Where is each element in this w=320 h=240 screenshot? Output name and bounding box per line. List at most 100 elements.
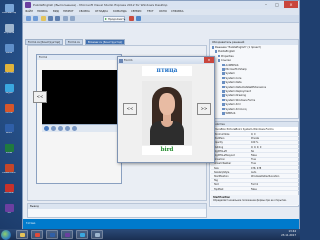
taskbar-app-explorer[interactable] <box>16 230 28 239</box>
property-value[interactable]: 0; 0; 0; 0 <box>251 146 261 150</box>
maximize-button[interactable]: □ <box>272 1 282 8</box>
minimize-button[interactable]: – <box>261 1 271 8</box>
desktop-icon[interactable]: Acrobat <box>2 184 16 195</box>
property-row[interactable]: SizeGripStyle Auto <box>211 171 299 175</box>
play-pause-icon[interactable] <box>44 126 49 131</box>
property-row[interactable]: Padding 0; 0; 0; 0 <box>211 146 299 150</box>
solution-tree-item[interactable]: PuzzleEnglish <box>214 50 235 54</box>
volume-icon[interactable] <box>72 126 77 131</box>
menu-item[interactable]: ВИД <box>53 10 59 13</box>
property-value[interactable]: Auto <box>251 171 256 175</box>
property-row[interactable]: RightToLeftLayout False <box>211 154 299 158</box>
solution-tree-item[interactable]: System.Data.DataSetExtensions <box>222 85 266 89</box>
prev-track-icon[interactable] <box>58 126 63 131</box>
property-value[interactable]: False <box>251 154 257 158</box>
menu-item[interactable]: ФАЙЛ <box>25 10 33 13</box>
solution-tree-item[interactable]: System <box>222 72 235 76</box>
designer-prev-button[interactable]: << <box>33 91 47 103</box>
desktop-icon[interactable]: Chrome <box>2 64 16 75</box>
open-file-icon[interactable] <box>41 16 46 21</box>
taskbar-app-word[interactable] <box>46 230 58 239</box>
designer-form[interactable]: Form1 << <box>33 54 122 184</box>
menu-item[interactable]: СПРАВКА <box>171 10 184 13</box>
solution-tree-item[interactable]: System.Core <box>222 76 241 80</box>
taskbar-app-form1[interactable] <box>91 230 103 239</box>
save-all-icon[interactable] <box>55 16 60 21</box>
menu-item[interactable]: КОМАНДА <box>113 10 127 13</box>
property-row[interactable]: MinimumSize 0; 0 <box>211 133 299 137</box>
property-row[interactable]: Text Form1 <box>211 183 299 187</box>
stop-icon[interactable] <box>129 16 134 21</box>
menu-item[interactable]: СЕРВИС <box>131 10 142 13</box>
menu-item[interactable]: СБОРКА <box>79 10 90 13</box>
property-value[interactable]: 0; 0 <box>251 133 255 137</box>
property-value[interactable]: 100 % <box>251 141 258 145</box>
property-value[interactable]: Form1 <box>251 183 258 187</box>
menu-item[interactable]: ОКНО <box>159 10 167 13</box>
property-row[interactable]: RightToLeft No <box>211 150 299 154</box>
property-value[interactable]: False <box>251 188 257 192</box>
desktop-icon[interactable]: Office <box>2 104 16 115</box>
continue-button[interactable]: Продолжить <box>103 16 125 22</box>
back-icon[interactable] <box>26 16 31 21</box>
solution-tree-item[interactable]: WMPLib <box>222 112 235 115</box>
property-row[interactable]: ShowInTaskbar True <box>211 162 299 166</box>
solution-tree-item[interactable]: System.Deployment <box>222 90 251 93</box>
menu-item[interactable]: ПРОЕКТ <box>63 10 74 13</box>
property-value[interactable]: True <box>251 158 256 162</box>
restart-icon[interactable] <box>136 16 141 21</box>
solution-tree-item[interactable]: Ссылки <box>217 59 231 62</box>
solution-tree-item[interactable]: System.Data <box>222 81 242 84</box>
start-button[interactable] <box>1 229 11 240</box>
next-card-button[interactable]: >> <box>197 103 211 115</box>
property-value[interactable]: No <box>251 150 254 154</box>
desktop-icon[interactable]: Корзина <box>2 24 16 35</box>
property-row[interactable]: TopMost False <box>211 188 299 192</box>
solution-tree-item[interactable]: AxWMPLib <box>222 63 239 67</box>
properties-object-selector[interactable]: PictureBox PictureBox1 System.Windows.Fo… <box>210 127 298 132</box>
redo-icon[interactable] <box>70 16 75 21</box>
menu-item[interactable]: ПРАВКА <box>37 10 48 13</box>
solution-tree-item[interactable]: System.Windows.Forms <box>222 98 255 102</box>
form1-close-button[interactable]: × <box>204 57 214 63</box>
property-row[interactable]: Size 476; 478 <box>211 167 299 171</box>
property-row[interactable]: StartPosition WindowsDefaultLocation <box>211 175 299 179</box>
solution-tree-item[interactable]: System.Xml <box>222 103 240 106</box>
taskbar-app-visual-studio[interactable] <box>61 230 73 239</box>
forward-icon[interactable] <box>33 16 38 21</box>
solution-tree-item[interactable]: Microsoft.CSharp <box>222 68 247 71</box>
undo-icon[interactable] <box>63 16 68 21</box>
property-value[interactable]: Private <box>251 137 259 141</box>
menu-item[interactable]: ТЕСТ <box>147 10 154 13</box>
desktop-icon[interactable]: Компьютер <box>2 4 16 15</box>
next-track-icon[interactable] <box>65 126 70 131</box>
menu-item[interactable]: ОТЛАДКА <box>95 10 108 13</box>
taskbar-app-chrome[interactable] <box>31 230 43 239</box>
desktop-icon[interactable]: PowerPoint <box>2 164 16 175</box>
property-row[interactable]: Modifiers Private <box>211 137 299 141</box>
property-row[interactable]: ShowIcon True <box>211 158 299 162</box>
desktop-icon[interactable]: VS <box>2 204 16 215</box>
stop-media-icon[interactable] <box>51 126 56 131</box>
property-row[interactable]: Opacity 100 % <box>211 141 299 145</box>
desktop-icon[interactable]: Excel <box>2 144 16 155</box>
desktop-icon[interactable]: Skype <box>2 84 16 95</box>
solution-tree-item[interactable]: Properties <box>217 54 234 58</box>
save-icon[interactable] <box>48 16 53 21</box>
system-tray-clock[interactable]: 13:44 23.11.2017 <box>281 230 296 238</box>
property-value[interactable]: True <box>251 162 256 166</box>
close-button[interactable]: × <box>284 1 298 8</box>
vs-titlebar[interactable]: PuzzleEnglish (Выполнение) - Microsoft V… <box>23 1 299 9</box>
desktop-icon[interactable]: Panel <box>2 44 16 55</box>
solution-tree-item[interactable]: Решение "PuzzleEnglish" (1 проект) <box>211 46 261 49</box>
desktop-icon[interactable]: Word <box>2 124 16 135</box>
taskbar-app-skype[interactable] <box>76 230 88 239</box>
property-value[interactable]: WindowsDefaultLocation <box>251 175 279 179</box>
media-player-control[interactable] <box>42 70 118 124</box>
solution-tree-item[interactable]: System.Drawing <box>222 94 246 98</box>
solution-tree-item[interactable]: System.Xml.Linq <box>222 107 247 111</box>
property-value[interactable]: 476; 478 <box>251 167 261 171</box>
property-row[interactable]: Tag <box>211 179 299 183</box>
form1-titlebar[interactable]: Form1 × <box>118 57 214 64</box>
previous-card-button[interactable]: << <box>123 103 137 115</box>
